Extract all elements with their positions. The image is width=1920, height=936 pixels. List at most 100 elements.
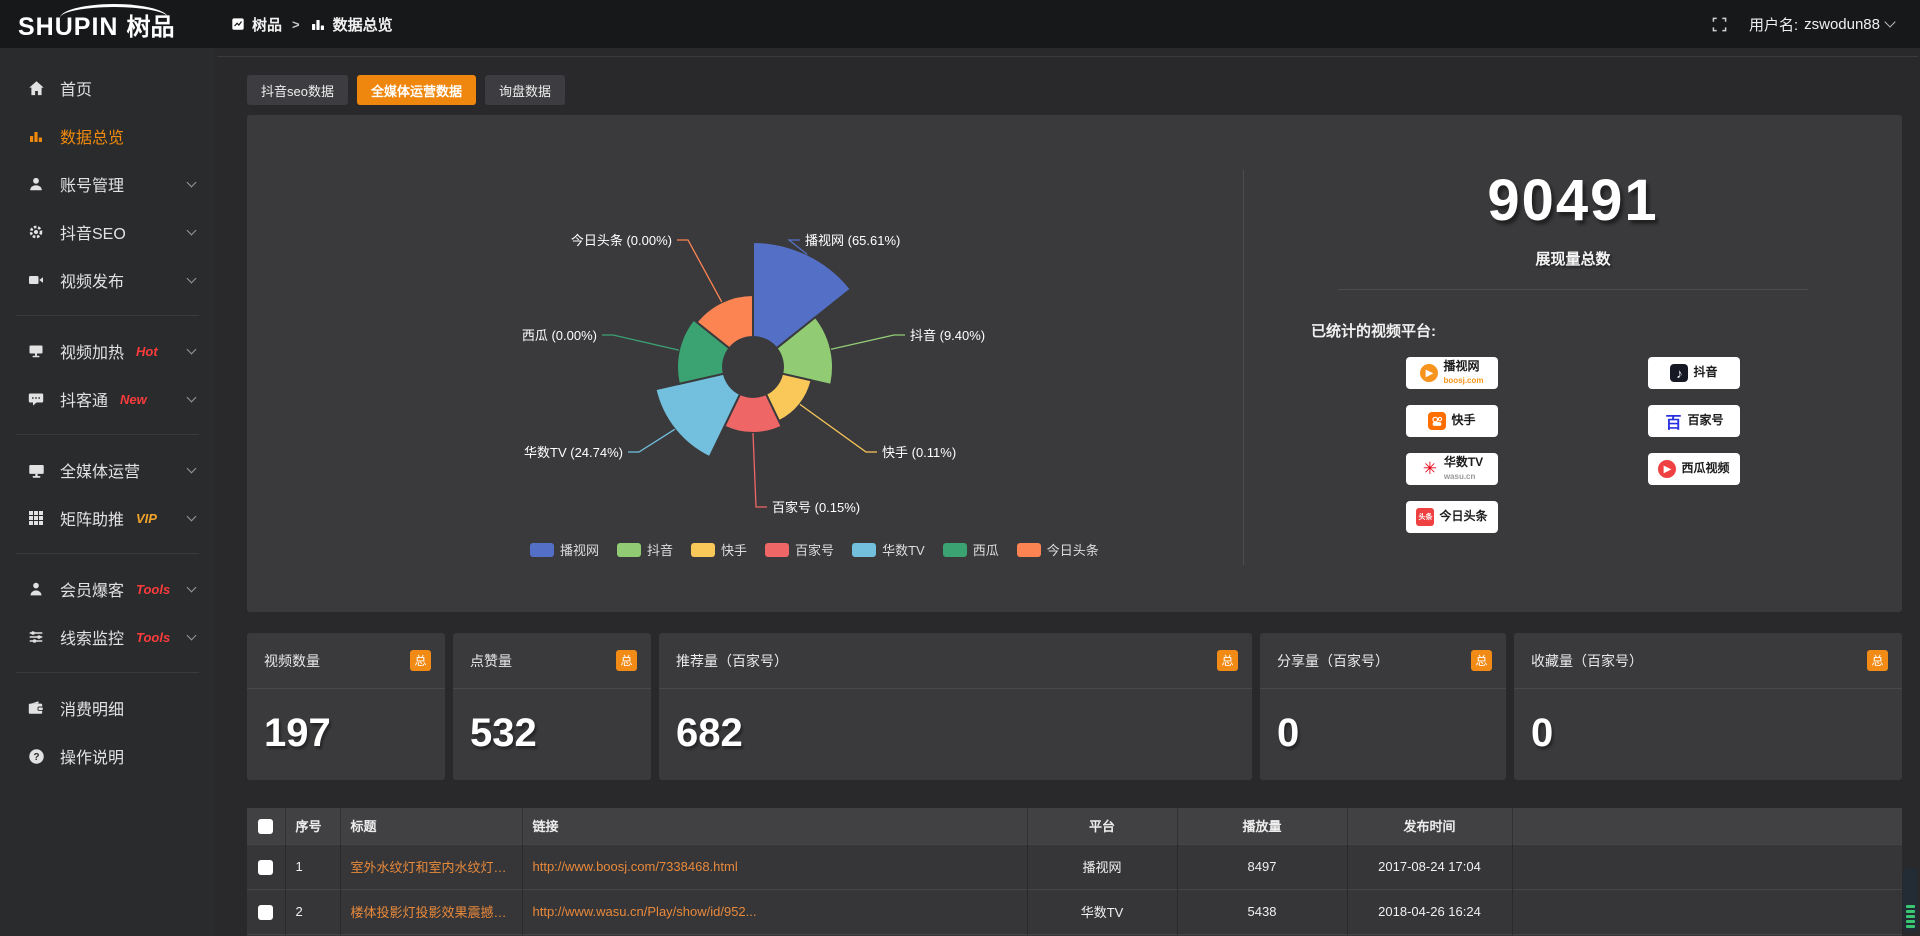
stat-card-video-count: 视频数量总197 bbox=[247, 633, 445, 780]
row-checkbox[interactable] bbox=[258, 905, 273, 920]
cell-plays: 8497 bbox=[1177, 844, 1347, 889]
sidebar-item-douyin-seo[interactable]: 抖音SEO bbox=[0, 208, 215, 256]
fullscreen-icon[interactable] bbox=[1712, 17, 1727, 32]
chevron-down-icon bbox=[187, 345, 197, 355]
table-row: 1室外水纹灯和室内水纹灯的区别和简介http://www.boosj.com/7… bbox=[247, 844, 1902, 889]
chat-icon bbox=[26, 391, 46, 407]
sidebar-item-media-operation[interactable]: 全媒体运营 bbox=[0, 446, 215, 494]
legend-item-抖音[interactable]: 抖音 bbox=[617, 540, 673, 559]
sidebar-item-badge: Tools bbox=[136, 630, 170, 645]
chevron-down-icon bbox=[187, 464, 197, 474]
topbar-right: 用户名: zswodun88 bbox=[1712, 14, 1920, 35]
sidebar-item-video-publish[interactable]: 视频发布 bbox=[0, 256, 215, 304]
sidebar-item-account[interactable]: 账号管理 bbox=[0, 160, 215, 208]
app-logo[interactable]: SHUPIN 树品 bbox=[0, 0, 215, 48]
summary-divider bbox=[1338, 289, 1808, 290]
sidebar-item-badge: Hot bbox=[136, 344, 158, 359]
total-impressions-label: 展现量总数 bbox=[1244, 248, 1902, 269]
scroll-widget[interactable] bbox=[1903, 868, 1918, 932]
cell-title-link[interactable]: 室外水纹灯和室内水纹灯的区别和简介 bbox=[340, 844, 522, 889]
sidebar-item-member-burst[interactable]: 会员爆客Tools bbox=[0, 565, 215, 613]
pie-label-百家号: 百家号 (0.15%) bbox=[772, 500, 860, 515]
chevron-down-icon bbox=[1884, 16, 1895, 27]
sidebar-item-data-overview[interactable]: 数据总览 bbox=[0, 112, 215, 160]
pie-label-快手: 快手 (0.11%) bbox=[882, 445, 956, 460]
sidebar-item-label: 全媒体运营 bbox=[60, 458, 140, 482]
tab-douyin-seo-data[interactable]: 抖音seo数据 bbox=[247, 75, 348, 105]
help-icon: ? bbox=[26, 748, 46, 765]
table-row: 2楼体投影灯投影效果震撼上市http://www.wasu.cn/Play/sh… bbox=[247, 889, 1902, 934]
stat-card-title: 点赞量 bbox=[470, 651, 512, 671]
cell-url-link[interactable]: http://www.boosj.com/7338468.html bbox=[522, 844, 1027, 889]
row-checkbox[interactable] bbox=[258, 860, 273, 875]
tab-media-operation-data[interactable]: 全媒体运营数据 bbox=[357, 75, 476, 105]
user-menu[interactable]: 用户名: zswodun88 bbox=[1749, 14, 1894, 35]
pie-slice-华数TV[interactable] bbox=[656, 374, 741, 457]
topbar: SHUPIN 树品 树品 > 数据总览 用户名: zswodun88 bbox=[0, 0, 1920, 48]
wallet-icon bbox=[26, 700, 46, 716]
platform-name: 播视网boosj.com bbox=[1443, 360, 1483, 386]
header-divider bbox=[217, 56, 1918, 57]
video-table: 序号标题链接平台播放量发布时间1室外水纹灯和室内水纹灯的区别和简介http://… bbox=[247, 808, 1902, 936]
gear-icon bbox=[26, 224, 46, 240]
table-header-row: 序号标题链接平台播放量发布时间 bbox=[247, 808, 1902, 844]
stat-card-header: 分享量（百家号）总 bbox=[1260, 633, 1506, 689]
legend-item-快手[interactable]: 快手 bbox=[691, 540, 747, 559]
sliders-icon bbox=[26, 629, 46, 645]
display-icon bbox=[26, 343, 46, 359]
legend-item-今日头条[interactable]: 今日头条 bbox=[1017, 540, 1099, 559]
tab-inquiry-data[interactable]: 询盘数据 bbox=[485, 75, 565, 105]
username: zswodun88 bbox=[1804, 16, 1880, 33]
chevron-down-icon bbox=[187, 274, 197, 284]
sidebar-item-expense-detail[interactable]: 消费明细 bbox=[0, 684, 215, 732]
sidebar-item-home[interactable]: 首页 bbox=[0, 64, 215, 112]
chevron-down-icon bbox=[187, 512, 197, 522]
overview-panel: 播视网 (65.61%)抖音 (9.40%)快手 (0.11%)百家号 (0.1… bbox=[247, 115, 1902, 612]
pie-label-抖音: 抖音 (9.40%) bbox=[910, 328, 985, 343]
legend-item-西瓜[interactable]: 西瓜 bbox=[943, 540, 999, 559]
cell-platform: 华数TV bbox=[1027, 889, 1177, 934]
cell-title-link[interactable]: 楼体投影灯投影效果震撼上市 bbox=[340, 889, 522, 934]
cell-index: 2 bbox=[285, 889, 340, 934]
breadcrumb-item-app[interactable]: 树品 bbox=[252, 14, 282, 35]
pie-label-line bbox=[831, 335, 905, 349]
legend-item-百家号[interactable]: 百家号 bbox=[765, 540, 834, 559]
chevron-down-icon bbox=[187, 226, 197, 236]
app-breadcrumb-icon bbox=[231, 17, 245, 31]
platform-badge-wasu: ✳华数TVwasu.cn bbox=[1406, 453, 1498, 485]
stat-card-share-count: 分享量（百家号）总0 bbox=[1260, 633, 1506, 780]
total-impressions-value: 90491 bbox=[1244, 167, 1902, 234]
chevron-down-icon bbox=[187, 631, 197, 641]
sidebar: 首页数据总览账号管理抖音SEO视频发布视频加热Hot抖客通New 全媒体运营矩阵助… bbox=[0, 48, 215, 936]
stat-card-header: 推荐量（百家号）总 bbox=[659, 633, 1252, 689]
legend-swatch bbox=[943, 543, 967, 557]
breadcrumb-item-data-overview[interactable]: 数据总览 bbox=[333, 14, 393, 35]
stat-card-favorite-count: 收藏量（百家号）总0 bbox=[1514, 633, 1902, 780]
legend-item-播视网[interactable]: 播视网 bbox=[530, 540, 599, 559]
chevron-down-icon bbox=[187, 178, 197, 188]
sidebar-item-label: 矩阵助推 bbox=[60, 506, 124, 530]
cell-url-link[interactable]: http://www.wasu.cn/Play/show/id/952... bbox=[522, 889, 1027, 934]
platform-name: 抖音 bbox=[1693, 366, 1717, 379]
sidebar-item-label: 消费明细 bbox=[60, 696, 124, 720]
sidebar-item-clue-monitor[interactable]: 线索监控Tools bbox=[0, 613, 215, 661]
stat-card-title: 分享量（百家号） bbox=[1277, 651, 1389, 671]
stat-card-value: 197 bbox=[247, 689, 445, 756]
legend-item-华数TV[interactable]: 华数TV bbox=[852, 540, 925, 559]
sidebar-item-help[interactable]: ?操作说明 bbox=[0, 732, 215, 780]
video-table-wrap: 序号标题链接平台播放量发布时间1室外水纹灯和室内水纹灯的区别和简介http://… bbox=[247, 808, 1902, 936]
select-all-checkbox[interactable] bbox=[258, 819, 273, 834]
sidebar-item-douketong[interactable]: 抖客通New bbox=[0, 375, 215, 423]
svg-text:?: ? bbox=[33, 751, 39, 762]
platform-subtext: boosj.com bbox=[1443, 376, 1483, 385]
pie-label-今日头条: 今日头条 (0.00%) bbox=[571, 233, 672, 248]
platform-badge-baijiahao: 百百家号 bbox=[1648, 405, 1740, 437]
breadcrumb-separator: > bbox=[292, 17, 300, 32]
bar-chart-icon bbox=[26, 128, 46, 144]
col-header-title: 标题 bbox=[340, 808, 522, 844]
sidebar-item-matrix-boost[interactable]: 矩阵助推VIP bbox=[0, 494, 215, 542]
legend-label: 西瓜 bbox=[973, 540, 999, 559]
sidebar-item-video-heat[interactable]: 视频加热Hot bbox=[0, 327, 215, 375]
stat-cards-row: 视频数量总197点赞量总532推荐量（百家号）总682分享量（百家号）总0收藏量… bbox=[247, 633, 1902, 780]
legend-swatch bbox=[530, 543, 554, 557]
